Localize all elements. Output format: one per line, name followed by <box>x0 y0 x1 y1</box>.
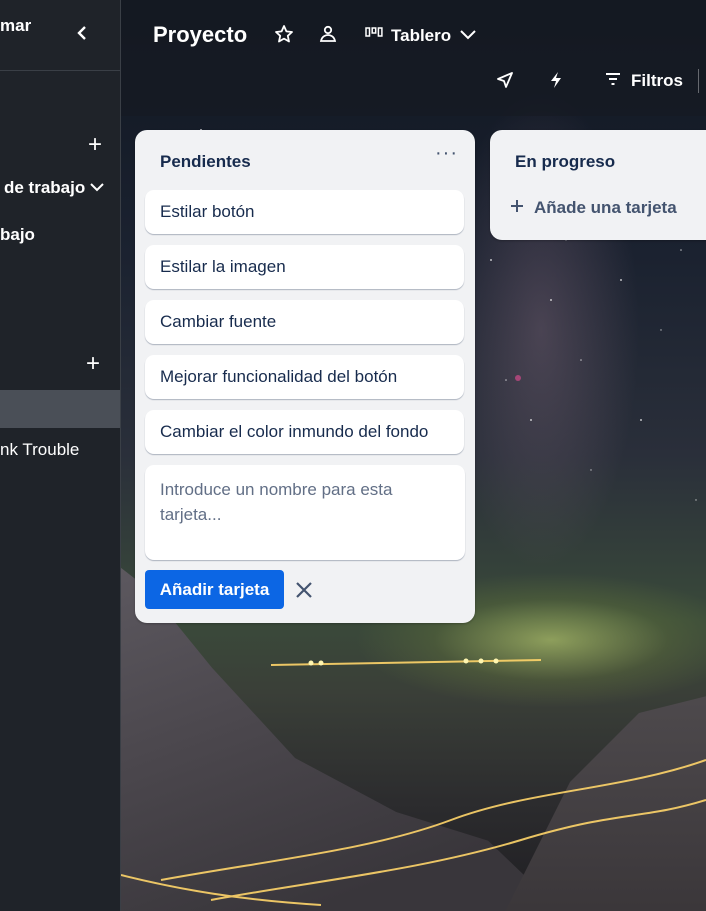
card-title: Mejorar funcionalidad del botón <box>160 367 398 386</box>
card[interactable]: Cambiar el color inmundo del fondo <box>145 410 464 454</box>
board-header: Proyecto Tablero Filtros <box>121 0 706 116</box>
list-title[interactable]: En progreso <box>515 152 615 172</box>
view-switcher[interactable]: Tablero <box>365 26 477 46</box>
board-title[interactable]: Proyecto <box>153 22 247 48</box>
card-title: Estilar botón <box>160 202 255 221</box>
add-board-icon[interactable]: + <box>86 350 100 378</box>
filter-icon <box>605 71 621 91</box>
sidebar-item-active[interactable] <box>0 390 120 428</box>
card-title: Cambiar el color inmundo del fondo <box>160 422 429 441</box>
card[interactable]: Estilar la imagen <box>145 245 464 289</box>
card[interactable]: Mejorar funcionalidad del botón <box>145 355 464 399</box>
plus-icon <box>510 198 524 218</box>
filters-label: Filtros <box>631 71 683 90</box>
sidebar-item-board[interactable]: nk Trouble <box>0 440 79 460</box>
star-icon[interactable] <box>274 24 294 49</box>
header-divider <box>698 69 699 93</box>
card-title-input[interactable] <box>160 477 450 547</box>
list-en-progreso: En progreso Añade una tarjeta <box>490 130 706 240</box>
board-view-icon <box>365 26 383 46</box>
visibility-icon[interactable] <box>318 24 338 49</box>
sidebar: mar + de trabajo bajo + nk Trouble <box>0 0 121 911</box>
sidebar-header: mar <box>0 0 120 71</box>
card-composer <box>145 465 465 560</box>
card[interactable]: Cambiar fuente <box>145 300 464 344</box>
list-title[interactable]: Pendientes <box>160 152 251 172</box>
list-pendientes: Pendientes ··· Estilar botón Estilar la … <box>135 130 475 623</box>
card[interactable]: Estilar botón <box>145 190 464 234</box>
automation-bolt-icon[interactable] <box>549 71 563 94</box>
close-icon[interactable] <box>295 575 313 606</box>
more-options-icon[interactable]: ··· <box>435 142 458 165</box>
filters-button[interactable]: Filtros <box>605 71 683 91</box>
chevron-down-icon[interactable] <box>90 180 104 198</box>
card-title: Estilar la imagen <box>160 257 286 276</box>
sidebar-item-workspace[interactable]: de trabajo <box>4 178 85 198</box>
add-card-label: Añade una tarjeta <box>534 198 677 217</box>
add-card-link[interactable]: Añade una tarjeta <box>510 198 677 218</box>
collapse-sidebar-icon[interactable] <box>76 25 88 46</box>
add-card-button[interactable]: Añadir tarjeta <box>145 570 284 609</box>
workspace-name[interactable]: mar <box>0 16 31 36</box>
card-title: Cambiar fuente <box>160 312 277 331</box>
chevron-down-icon <box>459 26 477 46</box>
send-icon[interactable] <box>496 71 514 94</box>
sidebar-item-work[interactable]: bajo <box>0 225 35 245</box>
add-icon[interactable]: + <box>88 131 102 159</box>
view-label: Tablero <box>391 26 452 45</box>
